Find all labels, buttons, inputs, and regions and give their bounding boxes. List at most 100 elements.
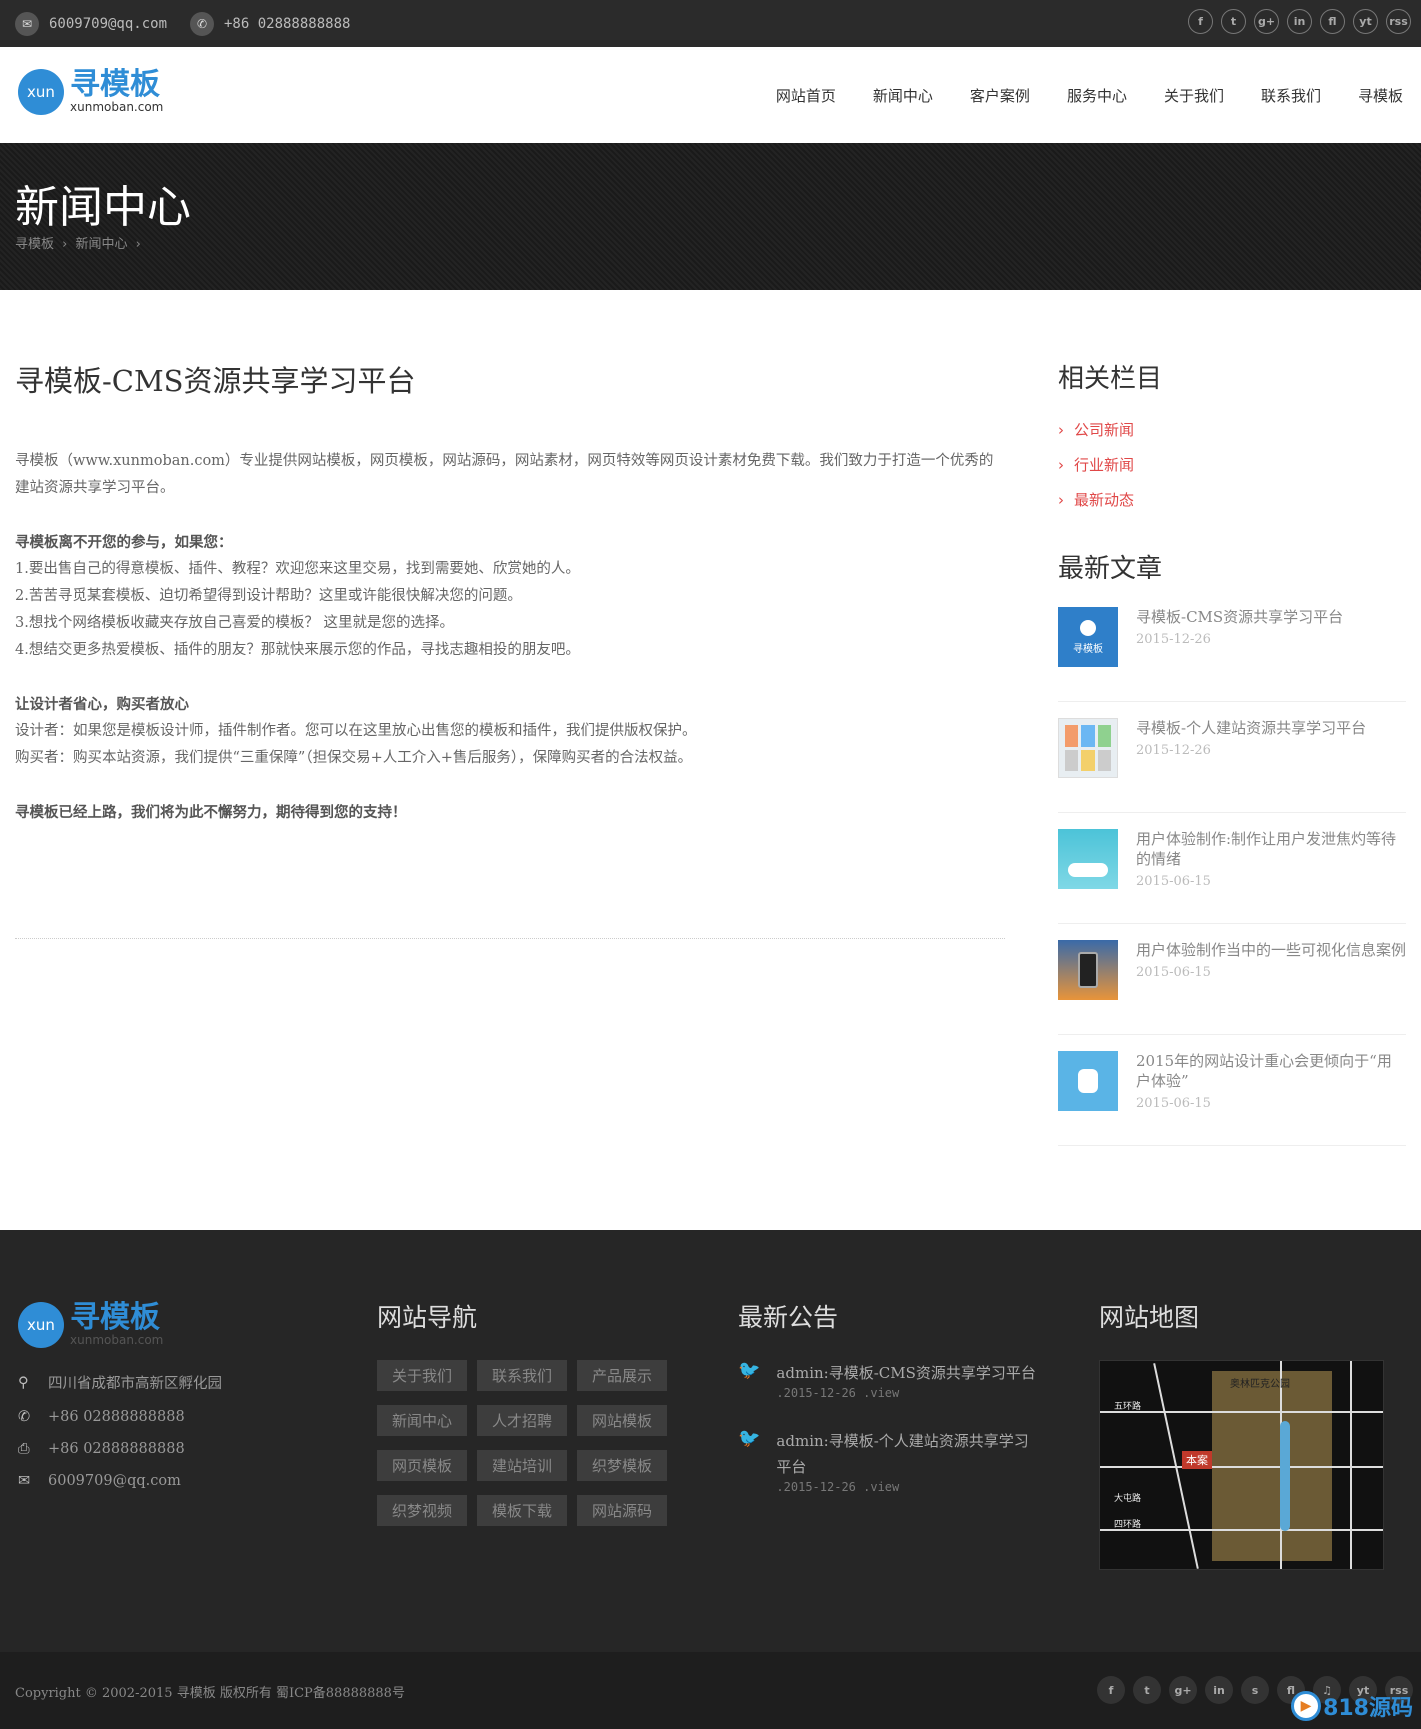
article-paragraph: 设计者：如果您是模板设计师，插件制作者。您可以在这里放心出售您的模板和插件，我们…: [15, 723, 697, 739]
linkedin-icon[interactable]: in: [1287, 9, 1312, 34]
post-thumbnail[interactable]: 寻模板: [1058, 607, 1118, 667]
nav-item-news[interactable]: 新闻中心: [873, 85, 933, 106]
article-paragraph: 购买者：购买本站资源，我们提供“三重保障”（担保交易+人工介入+售后服务），保障…: [15, 750, 693, 766]
breadcrumb-news[interactable]: 新闻中心: [76, 237, 128, 252]
post-title[interactable]: 寻模板-CMS资源共享学习平台: [1136, 607, 1343, 627]
footer-tag[interactable]: 人才招聘: [477, 1405, 567, 1436]
footer-tag[interactable]: 织梦模板: [577, 1450, 667, 1481]
topbar-phone: ✆ +86 02888888888: [190, 12, 350, 36]
nav-item-about[interactable]: 关于我们: [1164, 85, 1224, 106]
nav-item-xunmoban[interactable]: 寻模板: [1358, 85, 1403, 106]
footer-fax-text: +86 02888888888: [48, 1441, 185, 1457]
rss-icon[interactable]: rss: [1386, 9, 1411, 34]
category-list: 公司新闻 行业新闻 最新动态: [1058, 419, 1406, 510]
logo-domain: xunmoban.com: [70, 100, 164, 114]
post-thumbnail[interactable]: [1058, 718, 1118, 778]
facebook-icon[interactable]: f: [1097, 1676, 1125, 1704]
article-list-item: 3.想找个网络模板收藏夹存放自己喜爱的模板？ 这里就是您的选择。: [15, 615, 454, 631]
article-closing: 寻模板已经上路，我们将为此不懈努力，期待得到您的支持！: [15, 804, 407, 821]
nav-item-cases[interactable]: 客户案例: [970, 85, 1030, 106]
article-subheading: 寻模板离不开您的参与，如果您：: [15, 534, 233, 551]
footer-tag[interactable]: 模板下载: [477, 1495, 567, 1526]
post-title[interactable]: 2015年的网站设计重心会更倾向于“用户体验”: [1136, 1051, 1406, 1091]
play-icon: ▶: [1291, 1691, 1322, 1721]
google-plus-icon[interactable]: g+: [1169, 1676, 1197, 1704]
footer-tag[interactable]: 网站模板: [577, 1405, 667, 1436]
post-thumbnail[interactable]: [1058, 1051, 1118, 1111]
breadcrumb-home[interactable]: 寻模板: [15, 237, 54, 252]
map-label: 四环路: [1114, 1520, 1142, 1530]
nav-item-contact[interactable]: 联系我们: [1261, 85, 1321, 106]
logo-title: 寻模板: [70, 1300, 160, 1335]
footer-tag[interactable]: 联系我们: [477, 1360, 567, 1391]
linkedin-icon[interactable]: in: [1205, 1676, 1233, 1704]
category-link[interactable]: 行业新闻: [1058, 454, 1406, 475]
twitter-icon[interactable]: t: [1221, 9, 1246, 34]
footer-email-text: 6009709@qq.com: [48, 1473, 181, 1489]
article-list-item: 2.苦苦寻觅某套模板、迫切希望得到设计帮助？这里或许能很快解决您的问题。: [15, 588, 522, 604]
map-label: 五环路: [1114, 1402, 1142, 1412]
post-title[interactable]: 寻模板-个人建站资源共享学习平台: [1136, 718, 1366, 738]
phone-icon: ✆: [190, 12, 214, 36]
site-logo[interactable]: xun 寻模板 xunmoban.com: [18, 69, 163, 115]
footer-tag[interactable]: 网页模板: [377, 1450, 467, 1481]
envelope-icon: ✉: [18, 1473, 31, 1489]
notice-title[interactable]: admin:寻模板-CMS资源共享学习平台: [776, 1360, 1035, 1386]
notice-title[interactable]: admin:寻模板-个人建站资源共享学习平台: [776, 1428, 1038, 1480]
notice-item[interactable]: 🐦 admin:寻模板-个人建站资源共享学习平台 .2015-12-26 .vi…: [738, 1428, 1038, 1494]
category-link[interactable]: 最新动态: [1058, 489, 1406, 510]
post-item[interactable]: 寻模板-个人建站资源共享学习平台 2015-12-26: [1058, 718, 1406, 813]
google-plus-icon[interactable]: g+: [1254, 9, 1279, 34]
post-title[interactable]: 用户体验制作当中的一些可视化信息案例: [1136, 940, 1406, 960]
top-bar: ✉ 6009709@qq.com ✆ +86 02888888888 f t g…: [0, 0, 1421, 47]
footer-email[interactable]: ✉ 6009709@qq.com: [18, 1473, 222, 1489]
sidebar-posts-title: 最新文章: [1058, 554, 1163, 584]
post-date: 2015-12-26: [1136, 743, 1211, 758]
watermark-text: 818源码: [1323, 1696, 1413, 1721]
logo-title: 寻模板: [70, 67, 160, 102]
nav-item-home[interactable]: 网站首页: [776, 85, 836, 106]
nav-item-service[interactable]: 服务中心: [1067, 85, 1127, 106]
location-map[interactable]: 奥林匹克公园 本案 五环路 四环路 大屯路: [1099, 1360, 1384, 1570]
footer-tag[interactable]: 产品展示: [577, 1360, 667, 1391]
post-item[interactable]: 2015年的网站设计重心会更倾向于“用户体验” 2015-06-15: [1058, 1051, 1406, 1146]
footer-phone: ✆ +86 02888888888: [18, 1409, 222, 1425]
skype-icon[interactable]: s: [1241, 1676, 1269, 1704]
footer-tag[interactable]: 织梦视频: [377, 1495, 467, 1526]
topbar-email[interactable]: ✉ 6009709@qq.com: [15, 12, 167, 36]
footer-tag[interactable]: 网站源码: [577, 1495, 667, 1526]
post-item[interactable]: 寻模板 寻模板-CMS资源共享学习平台 2015-12-26: [1058, 607, 1406, 702]
phone-icon: ✆: [18, 1409, 31, 1425]
watermark: ▶ 818源码: [1291, 1690, 1413, 1722]
page-banner: 新闻中心 寻模板 › 新闻中心 ›: [0, 143, 1421, 290]
post-title[interactable]: 用户体验制作:制作让用户发泄焦灼等待的情绪: [1136, 829, 1406, 869]
page-title: 新闻中心: [15, 182, 191, 233]
post-thumbnail[interactable]: [1058, 829, 1118, 889]
topbar-phone-text: +86 02888888888: [224, 16, 351, 32]
footer-tag[interactable]: 建站培训: [477, 1450, 567, 1481]
footer-tag[interactable]: 关于我们: [377, 1360, 467, 1391]
copyright: Copyright © 2002-2015 寻模板 版权所有 蜀ICP备8888…: [15, 1686, 405, 1701]
youtube-icon[interactable]: yt: [1353, 9, 1378, 34]
map-marker: 本案: [1182, 1451, 1212, 1469]
site-header: xun 寻模板 xunmoban.com 网站首页 新闻中心 客户案例 服务中心…: [0, 47, 1421, 143]
facebook-icon[interactable]: f: [1188, 9, 1213, 34]
post-thumbnail-label: 寻模板: [1073, 643, 1103, 655]
category-link[interactable]: 公司新闻: [1058, 419, 1406, 440]
notice-item[interactable]: 🐦 admin:寻模板-CMS资源共享学习平台 .2015-12-26 .vie…: [738, 1360, 1038, 1400]
footer-notices: 最新公告 🐦 admin:寻模板-CMS资源共享学习平台 .2015-12-26…: [738, 1298, 1038, 1522]
post-item[interactable]: 用户体验制作:制作让用户发泄焦灼等待的情绪 2015-06-15: [1058, 829, 1406, 924]
footer-phone-text: +86 02888888888: [48, 1409, 185, 1425]
flickr-icon[interactable]: fl: [1320, 9, 1345, 34]
logo-mark: xun: [18, 1302, 64, 1348]
post-item[interactable]: 用户体验制作当中的一些可视化信息案例 2015-06-15: [1058, 940, 1406, 1035]
article-title: 寻模板-CMS资源共享学习平台: [15, 364, 416, 398]
logo-mark: xun: [18, 69, 64, 115]
footer-notice-title: 最新公告: [738, 1303, 839, 1332]
sidebar-category-title: 相关栏目: [1058, 364, 1163, 394]
twitter-icon[interactable]: t: [1133, 1676, 1161, 1704]
printer-icon: ⎙: [18, 1441, 30, 1457]
post-thumbnail[interactable]: [1058, 940, 1118, 1000]
footer-tag[interactable]: 新闻中心: [377, 1405, 467, 1436]
footer-logo[interactable]: xun 寻模板 xunmoban.com: [18, 1302, 222, 1348]
